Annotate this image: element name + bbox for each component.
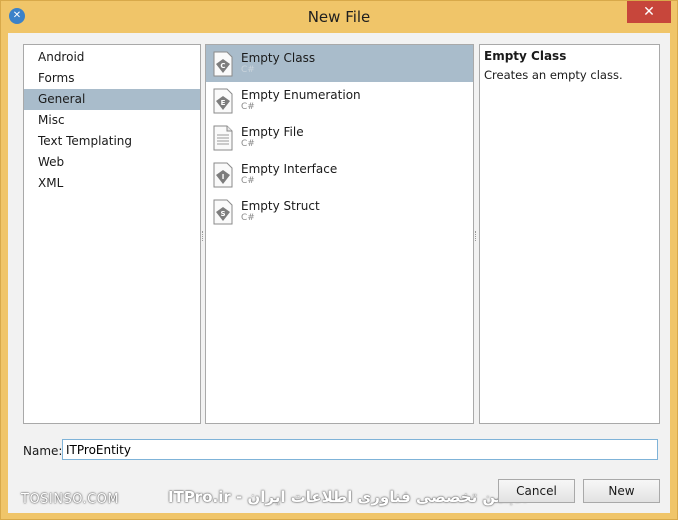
category-item[interactable]: Text Templating bbox=[24, 131, 200, 152]
file-icon bbox=[212, 125, 234, 151]
description-panel: Empty Class Creates an empty class. bbox=[479, 44, 660, 424]
template-item[interactable]: S Empty Struct C# bbox=[206, 193, 473, 230]
template-language: C# bbox=[241, 102, 255, 112]
template-item[interactable]: E Empty Enumeration C# bbox=[206, 82, 473, 119]
new-button[interactable]: New bbox=[583, 479, 660, 503]
watermark-right: ITPro.ir - انجمن تخصصی فناوری اطلاعات ای… bbox=[168, 488, 528, 506]
description-title: Empty Class bbox=[484, 49, 567, 63]
template-item[interactable]: C Empty Class C# bbox=[206, 45, 473, 82]
title-bar[interactable]: ✕ New File ✕ bbox=[1, 1, 677, 33]
watermark-left: TOSINSO.COM bbox=[21, 492, 120, 507]
template-name: Empty Interface bbox=[241, 162, 338, 176]
category-item[interactable]: XML bbox=[24, 173, 200, 194]
category-item[interactable]: Forms bbox=[24, 68, 200, 89]
template-language: C# bbox=[241, 213, 255, 223]
name-label: Name: bbox=[23, 444, 63, 458]
template-item[interactable]: Empty File C# bbox=[206, 119, 473, 156]
enum-icon: E bbox=[212, 88, 234, 114]
template-language: C# bbox=[241, 176, 255, 186]
category-item[interactable]: General bbox=[24, 89, 200, 110]
name-input[interactable] bbox=[62, 439, 658, 460]
svg-text:I: I bbox=[222, 173, 225, 181]
template-name: Empty Enumeration bbox=[241, 88, 361, 102]
class-icon: C bbox=[212, 51, 234, 77]
cancel-button[interactable]: Cancel bbox=[498, 479, 575, 503]
template-name: Empty File bbox=[241, 125, 304, 139]
template-name: Empty Class bbox=[241, 51, 316, 65]
template-language: C# bbox=[241, 65, 255, 75]
category-item[interactable]: Android bbox=[24, 47, 200, 68]
svg-text:E: E bbox=[221, 99, 226, 107]
new-file-dialog: ✕ New File ✕ Android Forms General Misc Text… bbox=[0, 0, 678, 520]
svg-text:S: S bbox=[220, 210, 225, 218]
category-list: Android Forms General Misc Text Templating We… bbox=[23, 44, 201, 424]
interface-icon: I bbox=[212, 162, 234, 188]
window-title: New File bbox=[307, 8, 371, 26]
struct-icon: S bbox=[212, 199, 234, 225]
template-item[interactable]: I Empty Interface C# bbox=[206, 156, 473, 193]
category-item[interactable]: Misc bbox=[24, 110, 200, 131]
template-name: Empty Struct bbox=[241, 199, 320, 213]
dialog-body: Android Forms General Misc Text Templating We… bbox=[8, 33, 670, 513]
template-language: C# bbox=[241, 139, 255, 149]
svg-text:C: C bbox=[220, 62, 225, 70]
category-item[interactable]: Web bbox=[24, 152, 200, 173]
template-list: C Empty Class C# E Empty Enumeration C# Empty … bbox=[205, 44, 474, 424]
close-icon: ✕ bbox=[643, 4, 655, 20]
description-text: Creates an empty class. bbox=[484, 68, 623, 82]
close-button[interactable]: ✕ bbox=[627, 1, 671, 23]
